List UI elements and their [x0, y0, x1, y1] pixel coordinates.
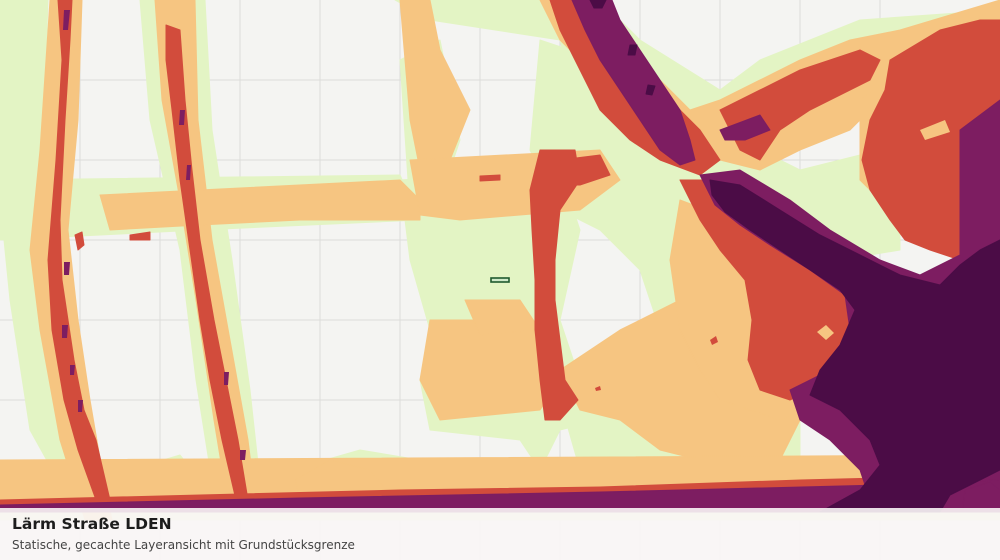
property-boundary[interactable]	[490, 277, 510, 283]
noise-map[interactable]	[0, 0, 1000, 560]
map-caption: Lärm Straße LDEN Statische, gecachte Lay…	[0, 508, 1000, 560]
layer-title: Lärm Straße LDEN	[12, 515, 172, 533]
layer-subtitle: Statische, gecachte Layeransicht mit Gru…	[12, 538, 355, 552]
